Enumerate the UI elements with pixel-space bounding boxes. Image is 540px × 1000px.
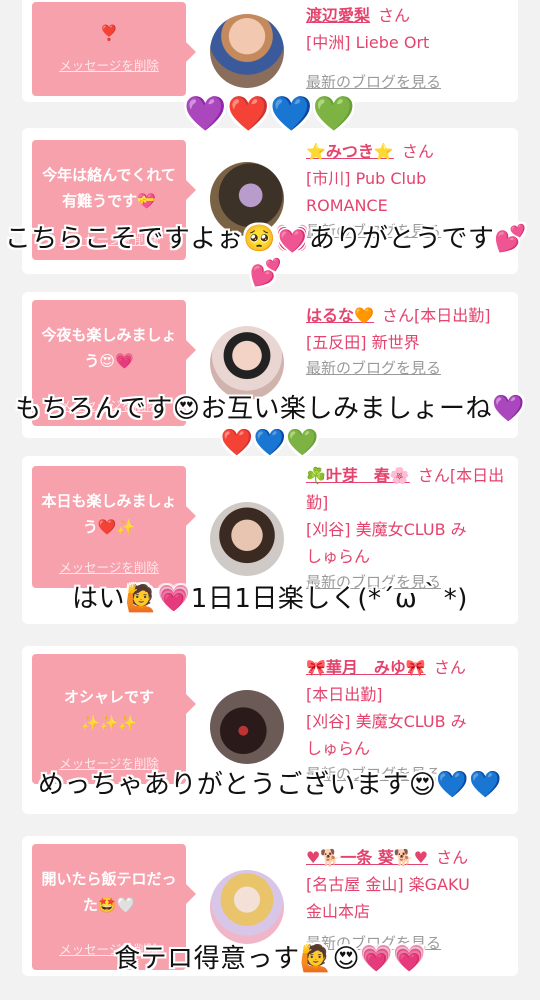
shop-name-cont[interactable]: ROMANCE — [306, 192, 510, 219]
honorific: さん — [401, 142, 434, 161]
delete-message-link[interactable]: メッセージを削除 — [32, 55, 186, 74]
message-text: ❣️ — [99, 24, 119, 42]
status-badge: [本日出勤] — [306, 685, 383, 704]
latest-blog-link[interactable]: 最新のブログを見る — [306, 356, 510, 380]
user-name-link[interactable]: ⭐みつき⭐ — [306, 142, 394, 161]
message-text: 今夜も楽しみましょう😍💗 — [41, 326, 177, 370]
message-bubble: オシャレです✨✨✨ メッセージを削除 — [32, 654, 196, 784]
user-name-link[interactable]: 渡辺愛梨 — [306, 6, 370, 25]
overlay-caption: 食テロ得意っす🙋😍💗💗 — [114, 944, 426, 974]
honorific: さん — [436, 848, 469, 867]
shop-name-cont[interactable]: しゅらん — [306, 543, 510, 570]
delete-message-link[interactable]: メッセージを削除 — [32, 557, 186, 576]
user-info: ☘️叶芽 春🌸 さん[本日出勤] [刈谷] 美魔女CLUB み しゅらん 最新のブ… — [306, 462, 510, 594]
overlay-caption: はい🙋💗1日1日楽しく(*´ω｀*) — [72, 584, 468, 614]
message-text: 今年は絡んでくれて有難うです💝 — [42, 166, 176, 210]
overlay-caption: こちらこそですよぉ🥺💓ありがとうです💕💕 — [4, 224, 528, 288]
avatar[interactable] — [210, 502, 284, 576]
user-info: ♥🐕一条 葵🐕♥ さん [名古屋 金山] 楽GAKU 金山本店 最新のブログを見る — [306, 844, 510, 955]
avatar[interactable] — [210, 690, 284, 764]
overlay-caption: めっちゃありがとうございます😍💙💙 — [37, 770, 503, 800]
honorific: さん — [417, 466, 450, 485]
user-name-link[interactable]: はるな🧡 — [306, 306, 374, 325]
honorific: さん — [381, 306, 414, 325]
shop-name[interactable]: [刈谷] 美魔女CLUB み — [306, 708, 510, 735]
status-badge: [本日出勤] — [413, 306, 491, 325]
message-bubble: ❣️ メッセージを削除 — [32, 2, 196, 96]
shop-name[interactable]: [五反田] 新世界 — [306, 329, 510, 356]
shop-name[interactable]: [刈谷] 美魔女CLUB み — [306, 516, 510, 543]
message-text: 開いたら飯テロだった🤩🤍 — [41, 870, 177, 914]
message-card: ❣️ メッセージを削除 渡辺愛梨 さん [中洲] Liebe Ort 最新のブログ… — [22, 0, 518, 102]
shop-name-cont[interactable]: しゅらん — [306, 735, 510, 762]
user-name-link[interactable]: ☘️叶芽 春🌸 — [306, 466, 410, 485]
user-name-link[interactable]: 🎀華月 みゆ🎀 — [306, 658, 426, 677]
honorific: さん — [378, 6, 411, 25]
user-info: 🎀華月 みゆ🎀 さん [本日出勤] [刈谷] 美魔女CLUB み しゅらん 最新の… — [306, 654, 510, 786]
avatar[interactable] — [210, 14, 284, 88]
avatar[interactable] — [210, 326, 284, 400]
user-name-link[interactable]: ♥🐕一条 葵🐕♥ — [306, 848, 428, 867]
overlay-caption: 💜❤️💙💚 — [184, 94, 356, 134]
message-bubble: 本日も楽しみましょう❤️✨ メッセージを削除 — [32, 466, 196, 588]
latest-blog-link[interactable]: 最新のブログを見る — [306, 70, 510, 94]
shop-name[interactable]: [市川] Pub Club — [306, 165, 510, 192]
shop-name[interactable]: [中洲] Liebe Ort — [306, 29, 510, 56]
overlay-caption: もちろんです😍お互い楽しみましょーね💜❤️💙💚 — [15, 394, 525, 458]
message-text: 本日も楽しみましょう❤️✨ — [41, 492, 177, 536]
shop-name[interactable]: [名古屋 金山] 楽GAKU — [306, 871, 510, 898]
shop-name-cont[interactable]: 金山本店 — [306, 898, 510, 925]
message-text: オシャレです✨✨✨ — [63, 688, 154, 732]
honorific: さん — [433, 658, 466, 677]
avatar[interactable] — [210, 870, 284, 944]
user-info: はるな🧡 さん[本日出勤] [五反田] 新世界 最新のブログを見る — [306, 302, 510, 380]
user-info: 渡辺愛梨 さん [中洲] Liebe Ort 最新のブログを見る — [306, 2, 510, 94]
